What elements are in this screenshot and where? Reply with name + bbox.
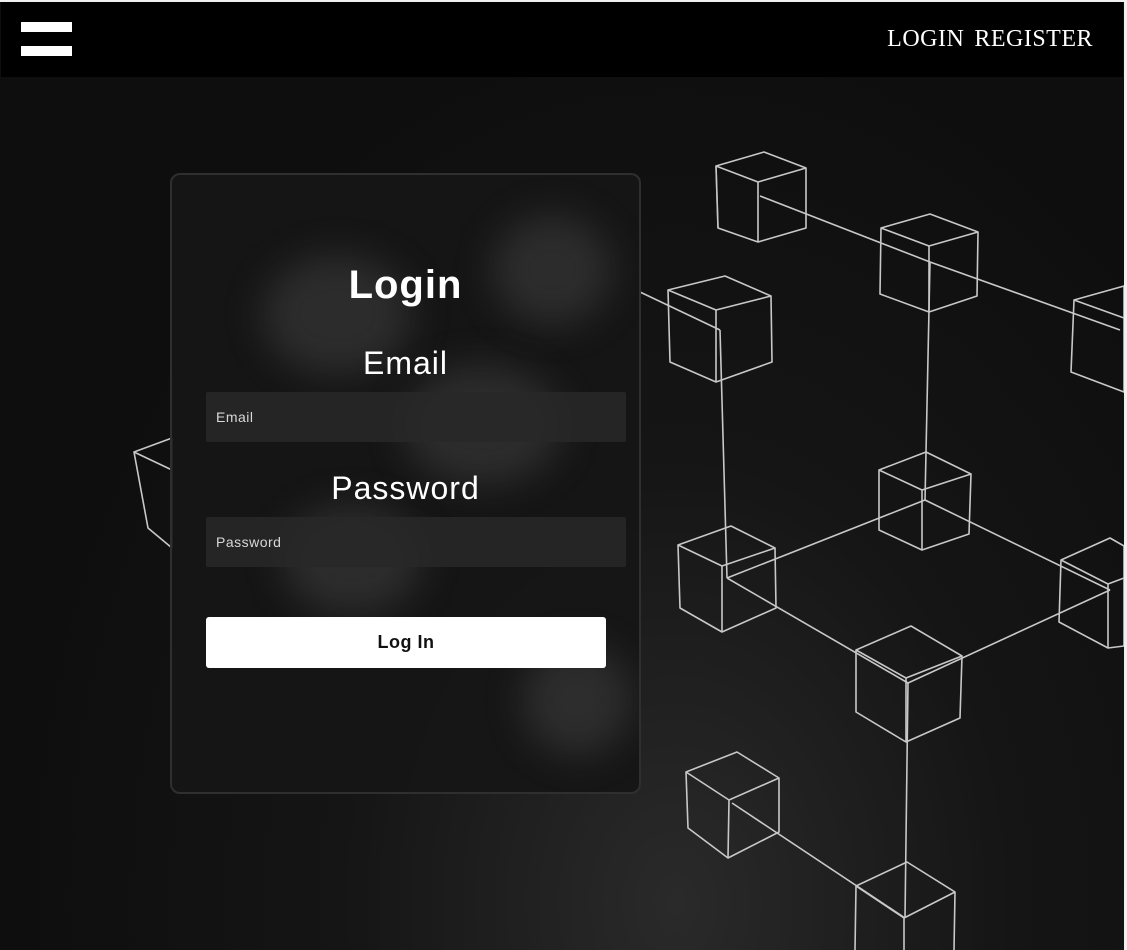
hamburger-bar-top	[21, 22, 72, 32]
page-edge-top	[0, 0, 1127, 2]
password-field[interactable]	[206, 517, 626, 567]
login-card: Login Email Password Log In	[170, 173, 641, 794]
hamburger-menu-icon[interactable]	[21, 22, 72, 58]
email-label: Email	[362, 345, 448, 381]
top-navbar: LOGIN REGISTER	[1, 2, 1123, 77]
page: LOGIN REGISTER Login Email Password Log …	[0, 0, 1127, 950]
email-field[interactable]	[206, 392, 626, 442]
nav-links: LOGIN REGISTER	[887, 26, 1093, 53]
password-label: Password	[331, 470, 480, 506]
nav-register-link[interactable]: REGISTER	[974, 26, 1093, 53]
login-title: Login	[348, 263, 463, 307]
nav-login-link[interactable]: LOGIN	[887, 26, 964, 53]
log-in-button[interactable]: Log In	[206, 617, 606, 668]
hamburger-bar-bottom	[21, 46, 72, 56]
